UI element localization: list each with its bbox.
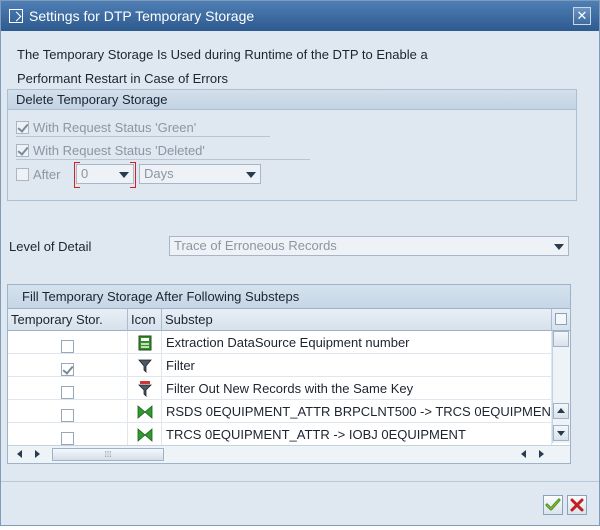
option-request-status-deleted[interactable]: With Request Status 'Deleted'	[16, 139, 205, 161]
divider	[16, 136, 270, 137]
intro-line-1: The Temporary Storage Is Used during Run…	[17, 47, 428, 62]
column-header-icon[interactable]: Icon	[128, 309, 162, 331]
table-row[interactable]: Filter	[8, 354, 552, 377]
scroll-right-button[interactable]	[30, 447, 46, 463]
level-of-detail-value: Trace of Erroneous Records	[174, 238, 337, 253]
after-value: 0	[81, 166, 89, 181]
horizontal-scroll-thumb[interactable]: ⁞⁞⁞	[52, 448, 164, 461]
substep-name: RSDS 0EQUIPMENT_ATTR BRPCLNT500 -> TRCS …	[162, 400, 552, 423]
option-after[interactable]: After	[16, 163, 60, 185]
dialog-window-icon	[9, 9, 23, 23]
cancel-x-icon	[570, 498, 584, 512]
substep-name: Filter	[162, 354, 552, 377]
substep-name: TRCS 0EQUIPMENT_ATTR -> IOBJ 0EQUIPMENT	[162, 423, 552, 446]
footer-separator	[1, 481, 599, 482]
row-checkbox[interactable]	[61, 362, 74, 376]
dtp-storage-settings-dialog: Settings for DTP Temporary Storage ✕ The…	[0, 0, 600, 526]
table-row[interactable]: Filter Out New Records with the Same Key	[8, 377, 552, 400]
option-label-after: After	[33, 166, 61, 182]
row-checkbox[interactable]	[61, 385, 74, 399]
option-request-status-green[interactable]: With Request Status 'Green'	[16, 116, 196, 138]
checkmark-icon	[545, 498, 561, 511]
table-row[interactable]: RSDS 0EQUIPMENT_ATTR BRPCLNT500 -> TRCS …	[8, 400, 552, 423]
vertical-scrollbar[interactable]	[552, 331, 570, 443]
horizontal-scrollbar[interactable]: ⁞⁞⁞	[8, 445, 570, 463]
substep-name: Filter Out New Records with the Same Key	[162, 377, 552, 400]
extraction-icon	[128, 331, 162, 354]
intro-line-2: Performant Restart in Case of Errors	[17, 71, 228, 86]
group-title: Delete Temporary Storage	[8, 90, 576, 110]
scroll-right-end-button[interactable]	[534, 447, 550, 463]
level-of-detail-label: Level of Detail	[9, 239, 92, 254]
scroll-left-end-button[interactable]	[516, 447, 532, 463]
substep-name: Extraction DataSource Equipment number	[162, 331, 552, 354]
row-checkbox[interactable]	[61, 408, 74, 422]
column-header-temporary-storage[interactable]: Temporary Stor.	[8, 309, 128, 331]
settings-box-icon[interactable]	[553, 331, 569, 347]
dialog-title: Settings for DTP Temporary Storage	[29, 8, 255, 24]
after-unit: Days	[144, 166, 174, 181]
dialog-title-bar[interactable]: Settings for DTP Temporary Storage ✕	[1, 1, 599, 31]
option-label-deleted: With Request Status 'Deleted'	[33, 142, 205, 158]
row-checkbox[interactable]	[61, 431, 74, 445]
delete-temporary-storage-group: Delete Temporary Storage With Request St…	[7, 89, 577, 201]
scroll-up-button[interactable]	[553, 403, 569, 419]
divider	[16, 159, 310, 160]
after-value-dropdown[interactable]: 0	[74, 162, 136, 188]
checkbox-after[interactable]	[16, 167, 29, 181]
column-settings-icon[interactable]	[552, 309, 570, 331]
cancel-button[interactable]	[567, 495, 587, 515]
filter-icon	[128, 354, 162, 377]
confirm-button[interactable]	[543, 495, 563, 515]
column-header-substep[interactable]: Substep	[162, 309, 552, 331]
after-unit-dropdown[interactable]: Days	[139, 164, 261, 184]
table-row[interactable]: Extraction DataSource Equipment number	[8, 331, 552, 354]
chevron-down-icon[interactable]	[246, 172, 256, 178]
chevron-down-icon[interactable]	[554, 244, 564, 250]
filter-new-records-icon	[128, 377, 162, 400]
transformation-icon	[128, 400, 162, 423]
option-label-green: With Request Status 'Green'	[33, 119, 197, 135]
checkbox-status-green[interactable]	[16, 120, 29, 134]
table-header: Temporary Stor. Icon Substep	[8, 309, 570, 331]
table-row[interactable]: TRCS 0EQUIPMENT_ATTR -> IOBJ 0EQUIPMENT	[8, 423, 552, 446]
scroll-left-button[interactable]	[12, 447, 28, 463]
scroll-down-button[interactable]	[553, 425, 569, 441]
intro-text: The Temporary Storage Is Used during Run…	[17, 43, 577, 91]
chevron-down-icon[interactable]	[119, 172, 129, 178]
level-of-detail-dropdown[interactable]: Trace of Erroneous Records	[169, 236, 569, 256]
substeps-table: Fill Temporary Storage After Following S…	[7, 284, 571, 464]
table-title: Fill Temporary Storage After Following S…	[8, 285, 570, 309]
checkbox-status-deleted[interactable]	[16, 143, 29, 157]
close-icon[interactable]: ✕	[573, 7, 591, 25]
row-checkbox[interactable]	[61, 339, 74, 353]
transformation-icon	[128, 423, 162, 446]
